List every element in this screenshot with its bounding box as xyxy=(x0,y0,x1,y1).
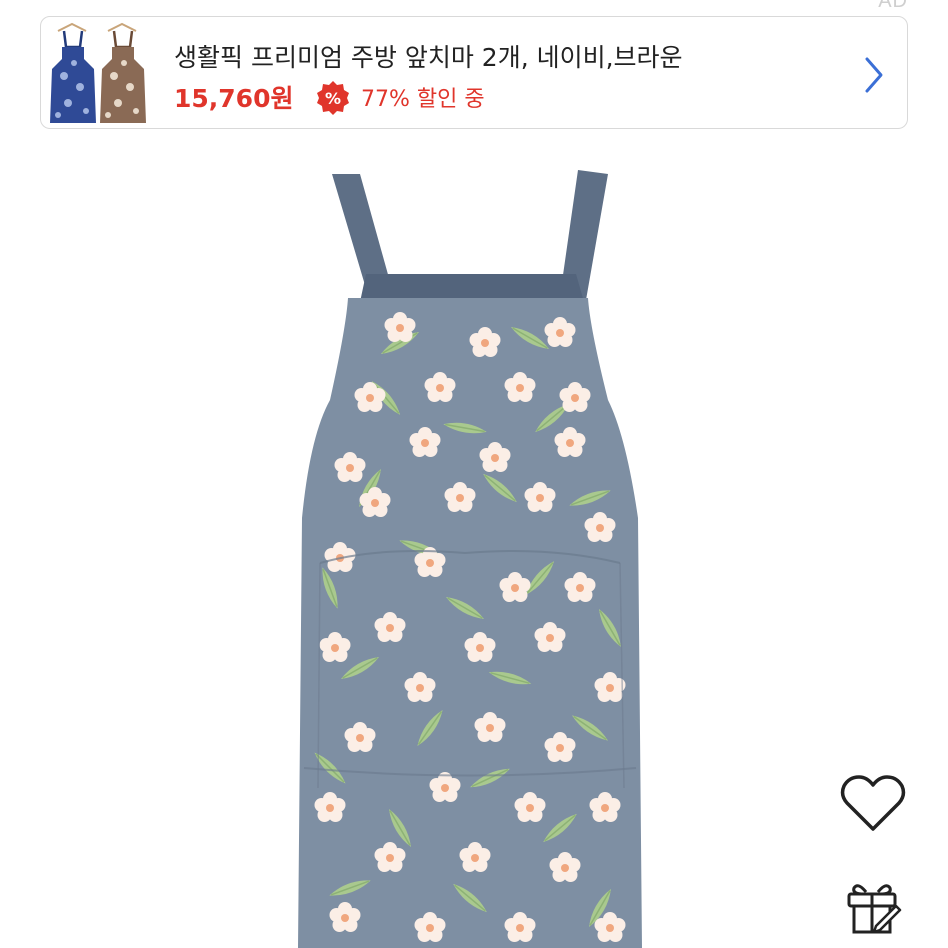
ad-product-title[interactable]: 생활픽 프리미엄 주방 앞치마 2개, 네이비,브라운 xyxy=(174,38,683,74)
discount-badge-icon: % xyxy=(317,81,349,115)
ad-label: AD xyxy=(878,0,908,12)
ad-price: 15,760원 xyxy=(174,84,294,113)
discount-badge-symbol: % xyxy=(325,89,341,108)
gift-icon[interactable] xyxy=(844,878,902,938)
apron-product-image xyxy=(298,170,642,948)
apron-thumbnail-icon xyxy=(46,21,150,126)
ad-discount-text: 77% 할인 중 xyxy=(361,87,485,112)
chevron-right-icon[interactable] xyxy=(861,55,887,95)
heart-icon[interactable] xyxy=(838,771,908,835)
ad-banner[interactable]: 생활픽 프리미엄 주방 앞치마 2개, 네이비,브라운 15,760원 % 77… xyxy=(40,16,908,129)
